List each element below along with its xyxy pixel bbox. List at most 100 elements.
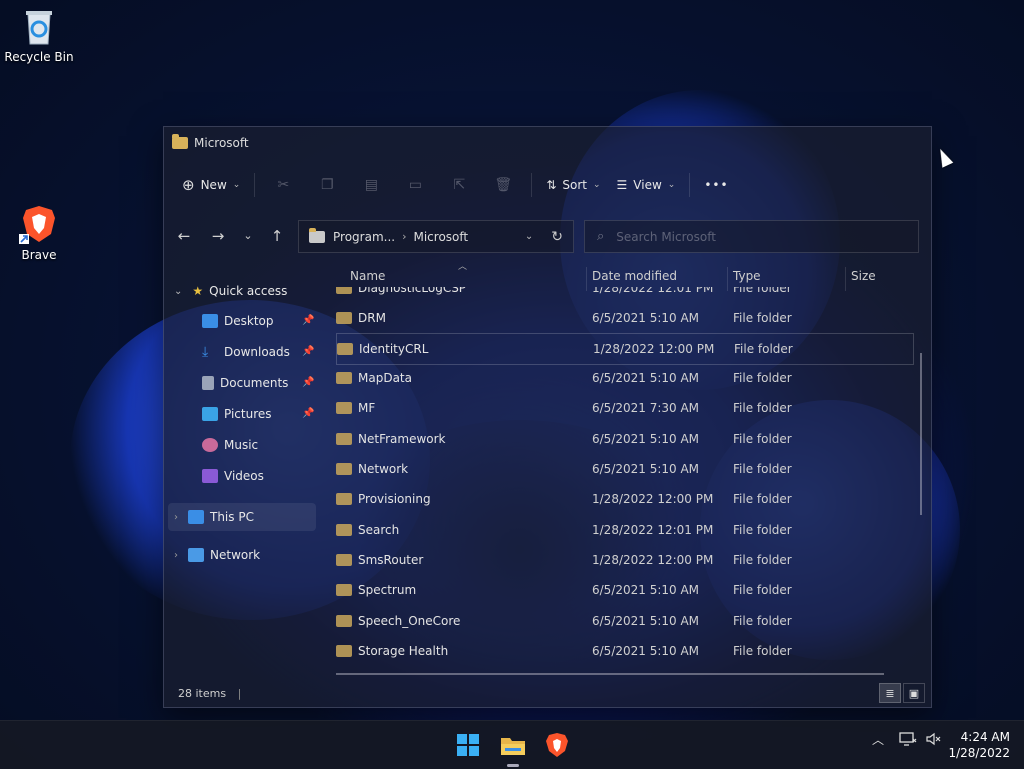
breadcrumb-microsoft[interactable]: Microsoft bbox=[413, 230, 468, 244]
taskbar-brave[interactable] bbox=[541, 729, 573, 761]
pin-icon: 📌 bbox=[302, 346, 315, 357]
folder-icon bbox=[337, 343, 353, 355]
sidebar-item-videos[interactable]: Videos bbox=[202, 462, 264, 490]
chevron-right-icon: › bbox=[174, 511, 178, 523]
sidebar-item-this-pc[interactable]: › This PC bbox=[174, 503, 254, 531]
sort-ascending-icon: ︿ bbox=[458, 262, 468, 272]
taskbar-file-explorer[interactable] bbox=[497, 729, 529, 767]
network-status-icon[interactable] bbox=[899, 731, 917, 750]
command-bar: ⊕ New ⌄ ✂ ❐ ▤ ▭ ⇱ 🗑 ⇅ Sort ⌄ ☰ View ⌄ ••… bbox=[164, 167, 931, 203]
file-type: File folder bbox=[733, 553, 792, 567]
table-row[interactable]: IdentityCRL 1/28/2022 12:00 PM File fold… bbox=[336, 333, 914, 365]
plus-circle-icon: ⊕ bbox=[182, 176, 195, 194]
table-row[interactable]: NetFramework 6/5/2021 5:10 AM File folde… bbox=[336, 424, 912, 454]
search-input[interactable] bbox=[614, 228, 899, 245]
file-type: File folder bbox=[733, 614, 792, 628]
more-options-button[interactable]: ••• bbox=[696, 174, 736, 196]
share-icon[interactable]: ⇱ bbox=[447, 173, 471, 197]
paste-icon[interactable]: ▤ bbox=[359, 173, 383, 197]
rename-icon[interactable]: ▭ bbox=[403, 173, 427, 197]
mouse-cursor-icon bbox=[934, 146, 954, 168]
sidebar-item-documents[interactable]: Documents bbox=[202, 369, 288, 397]
show-hidden-icons-chevron-icon[interactable]: ︿ bbox=[872, 731, 884, 748]
file-type: File folder bbox=[733, 287, 792, 295]
window-titlebar[interactable]: Microsoft bbox=[164, 127, 931, 159]
divider bbox=[254, 173, 256, 197]
table-row[interactable]: SmsRouter 1/28/2022 12:00 PM File folder bbox=[336, 545, 912, 575]
system-clock[interactable]: 4:24 AM 1/28/2022 bbox=[948, 729, 1010, 761]
breadcrumb-program-files[interactable]: Program... bbox=[333, 230, 395, 244]
sidebar-item-quick-access[interactable]: ⌄ ★ Quick access bbox=[174, 277, 287, 305]
chevron-down-icon[interactable]: ⌄ bbox=[525, 231, 533, 242]
table-row[interactable]: MapData 6/5/2021 5:10 AM File folder bbox=[336, 363, 912, 393]
folder-icon bbox=[336, 645, 352, 657]
file-name: MF bbox=[358, 401, 376, 415]
file-type: File folder bbox=[733, 371, 792, 385]
forward-arrow-icon[interactable]: → bbox=[207, 225, 229, 247]
volume-muted-icon[interactable] bbox=[925, 731, 941, 750]
table-row[interactable]: DRM 6/5/2021 5:10 AM File folder bbox=[336, 303, 912, 333]
table-row[interactable]: Spectrum 6/5/2021 5:10 AM File folder bbox=[336, 575, 912, 605]
monitor-icon bbox=[899, 732, 917, 746]
sidebar-item-desktop[interactable]: Desktop bbox=[202, 307, 274, 335]
column-header-name[interactable]: Name bbox=[350, 269, 385, 283]
table-row[interactable]: DiagnosticLogCSP 1/28/2022 12:01 PM File… bbox=[336, 287, 912, 303]
table-row[interactable]: Search 1/28/2022 12:01 PM File folder bbox=[336, 515, 912, 545]
new-button[interactable]: ⊕ New ⌄ bbox=[174, 172, 248, 198]
details-view-icon[interactable]: ≣ bbox=[879, 683, 901, 703]
column-header-type[interactable]: Type bbox=[733, 269, 761, 283]
file-name: Search bbox=[358, 523, 400, 537]
file-explorer-window[interactable]: Microsoft ⊕ New ⌄ ✂ ❐ ▤ ▭ ⇱ 🗑 ⇅ Sort ⌄ ☰… bbox=[163, 126, 932, 708]
search-box[interactable]: ⌕ bbox=[584, 220, 919, 253]
file-name: NetFramework bbox=[358, 432, 446, 446]
file-type: File folder bbox=[733, 401, 792, 415]
table-row[interactable]: Provisioning 1/28/2022 12:00 PM File fol… bbox=[336, 484, 912, 514]
table-row[interactable]: MF 6/5/2021 7:30 AM File folder bbox=[336, 393, 912, 423]
file-date: 6/5/2021 5:10 AM bbox=[592, 371, 700, 385]
up-arrow-icon[interactable]: ↑ bbox=[266, 225, 288, 247]
back-arrow-icon[interactable]: ← bbox=[173, 225, 195, 247]
star-icon: ★ bbox=[192, 284, 204, 298]
pin-icon: 📌 bbox=[302, 315, 315, 326]
address-bar[interactable]: Program... › Microsoft ⌄ ↻ bbox=[298, 220, 574, 253]
folder-icon bbox=[336, 615, 352, 627]
sidebar-item-label: Desktop bbox=[224, 314, 274, 328]
cut-icon[interactable]: ✂ bbox=[271, 173, 295, 197]
folder-icon bbox=[309, 227, 325, 243]
brave-browser-icon bbox=[546, 733, 568, 757]
start-button[interactable] bbox=[452, 729, 484, 761]
sidebar-item-pictures[interactable]: Pictures bbox=[202, 400, 272, 428]
table-row[interactable]: Storage Health 6/5/2021 5:10 AM File fol… bbox=[336, 636, 912, 663]
file-type: File folder bbox=[733, 311, 792, 325]
file-name: Spectrum bbox=[358, 583, 417, 597]
folder-icon bbox=[336, 287, 352, 294]
table-row[interactable]: Speech_OneCore 6/5/2021 5:10 AM File fol… bbox=[336, 606, 912, 636]
file-name: Network bbox=[358, 462, 409, 476]
file-type: File folder bbox=[733, 583, 792, 597]
column-header-date-modified[interactable]: Date modified bbox=[592, 269, 677, 283]
horizontal-scrollbar[interactable] bbox=[336, 673, 884, 675]
sort-button[interactable]: ⇅ Sort ⌄ bbox=[538, 174, 608, 196]
file-type: File folder bbox=[733, 492, 792, 506]
chevron-down-icon: ⌄ bbox=[232, 180, 241, 190]
sidebar-item-downloads[interactable]: ⤓ Downloads bbox=[202, 338, 290, 366]
desktop-icon-brave[interactable]: Brave bbox=[1, 204, 77, 262]
file-date: 6/5/2021 5:10 AM bbox=[592, 462, 700, 476]
vertical-scrollbar[interactable] bbox=[920, 353, 922, 515]
table-row[interactable]: Network 6/5/2021 5:10 AM File folder bbox=[336, 454, 912, 484]
view-button[interactable]: ☰ View ⌄ bbox=[609, 174, 684, 196]
copy-icon[interactable]: ❐ bbox=[315, 173, 339, 197]
file-name: Provisioning bbox=[358, 492, 431, 506]
tiles-view-icon[interactable]: ▣ bbox=[903, 683, 925, 703]
sidebar-item-music[interactable]: Music bbox=[202, 431, 258, 459]
folder-icon bbox=[336, 584, 352, 596]
status-divider: | bbox=[237, 687, 242, 700]
refresh-icon[interactable]: ↻ bbox=[551, 229, 563, 245]
sidebar-item-label: Downloads bbox=[224, 345, 290, 359]
file-type: File folder bbox=[734, 342, 793, 356]
delete-icon[interactable]: 🗑 bbox=[491, 173, 515, 197]
recent-locations-chevron-icon[interactable]: ⌄ bbox=[237, 225, 259, 247]
desktop-icon-recycle-bin[interactable]: Recycle Bin bbox=[1, 6, 77, 64]
column-header-size[interactable]: Size bbox=[851, 269, 876, 283]
sidebar-item-network[interactable]: › Network bbox=[174, 541, 260, 569]
